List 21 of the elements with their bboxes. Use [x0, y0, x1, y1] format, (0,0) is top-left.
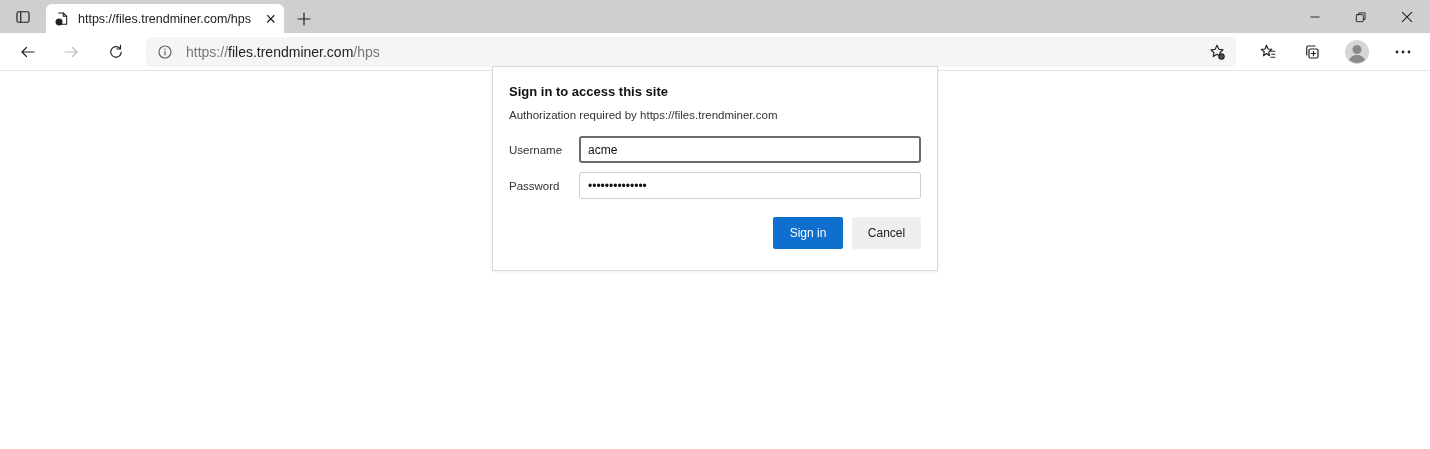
field-label: Username — [509, 143, 564, 156]
more-icon[interactable] — [1395, 49, 1411, 54]
address-bar[interactable]: https://files.trendminer.com/hps — [146, 36, 1236, 67]
input-field[interactable]: •••••••••••••• — [579, 172, 921, 199]
dialog-message: Authorization required by https://files.trendminer.com — [509, 109, 779, 121]
browser-tab[interactable]: https://files.trendminer.com/hps × — [46, 4, 284, 33]
secondary-button[interactable]: Cancel — [852, 217, 921, 249]
info-icon[interactable] — [156, 42, 174, 61]
close-tab-button[interactable]: × — [265, 9, 276, 28]
favorites-icon[interactable] — [1259, 42, 1277, 61]
refresh-icon[interactable] — [107, 42, 125, 61]
url-text: https://files.trendminer.com/hps — [186, 43, 381, 60]
profile-avatar-icon[interactable] — [1345, 39, 1369, 64]
collections-icon[interactable] — [1303, 42, 1321, 61]
document-icon — [54, 10, 70, 27]
dialog-title: Sign in to access this site — [509, 84, 669, 99]
primary-button[interactable]: Sign in — [773, 217, 843, 249]
field-label: Password — [509, 179, 561, 192]
tab-title: https://files.trendminer.com/hps — [78, 11, 252, 26]
input-field[interactable]: acme — [579, 136, 921, 163]
add-favorite-icon[interactable] — [1208, 42, 1226, 61]
